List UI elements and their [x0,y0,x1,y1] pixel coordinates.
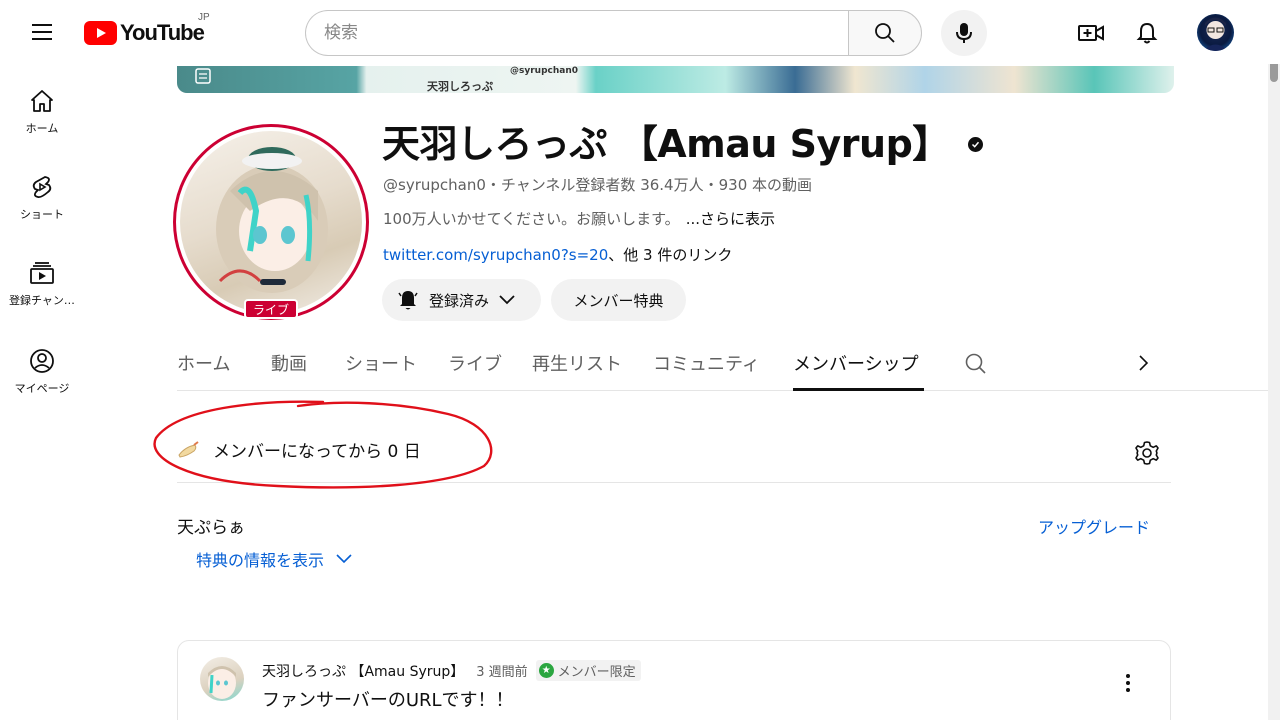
microphone-icon [956,23,972,43]
sidebar-item-label: 登録チャン… [9,294,75,307]
membership-duration-text: メンバーになってから 0 日 [213,442,421,462]
show-perks-label: 特典の情報を表示 [196,551,325,570]
more-links-link[interactable]: 、他 3 件のリンク [608,246,732,264]
channel-avatar[interactable] [173,124,369,320]
tab-live[interactable]: ライブ [448,350,502,376]
channel-links: twitter.com/syrupchan0?s=20、他 3 件のリンク [383,244,732,265]
section-divider [177,482,1171,483]
members-only-label: メンバー限定 [557,665,636,680]
gear-icon [1135,441,1159,465]
upgrade-link[interactable]: アップグレード [1038,514,1150,538]
channel-description: 100万人いかせてください。お願いします。 ...さらに表示 [383,208,775,229]
post-author-avatar[interactable] [200,657,244,701]
post-header: 天羽しろっぷ 【Amau Syrup】 3 週間前 ★ メンバー限定 [262,660,641,681]
star-icon: ★ [538,663,554,678]
channel-avatar-image [180,131,362,313]
channel-name: 天羽しろっぷ 【Amau Syrup】 [382,122,950,166]
membership-settings-button[interactable] [1132,438,1162,468]
menu-icon[interactable] [24,20,60,44]
list-icon [195,68,211,84]
post-options-button[interactable] [1116,670,1140,696]
youtube-play-icon [84,21,117,45]
sidebar-item-you[interactable]: マイページ [0,348,84,422]
search-button[interactable] [848,10,922,56]
masthead: YouTube JP [0,0,1280,64]
tab-membership[interactable]: メンバーシップ [793,350,919,376]
members-only-badge: ★ メンバー限定 [535,660,641,681]
create-button[interactable] [1072,14,1110,52]
subscribed-button[interactable]: 登録済み [382,279,541,321]
post-author-avatar-image [208,666,236,699]
scrollbar-track[interactable] [1268,0,1280,720]
channel-description-text: 100万人いかせてください。お願いします。 [383,210,680,228]
sidebar-item-label: マイページ [14,382,70,395]
user-avatar[interactable] [1197,14,1234,51]
channel-avatar-illustration [216,147,328,293]
tempura-badge-icon [178,440,199,458]
post-time[interactable]: 3 週間前 [476,661,527,680]
live-badge[interactable]: ライブ [244,299,298,319]
tab-shorts[interactable]: ショート [345,350,417,376]
voice-search-button[interactable] [941,10,987,56]
post-author-name[interactable]: 天羽しろっぷ 【Amau Syrup】 [262,661,464,681]
tab-videos[interactable]: 動画 [271,350,307,376]
account-icon [30,349,54,373]
verified-icon [968,137,983,152]
notifications-button[interactable] [1128,14,1166,52]
search-box [305,10,849,56]
membership-tier-name: 天ぷらぁ [177,518,245,538]
show-more-link[interactable]: ...さらに表示 [686,210,775,228]
user-avatar-image [1203,17,1228,51]
member-perks-button[interactable]: メンバー特典 [551,279,686,321]
tab-home[interactable]: ホーム [177,350,230,376]
sidebar-item-label: ショート [20,208,64,221]
channel-meta: @syrupchan0・チャンネル登録者数 36.4万人・930 本の動画 [383,176,813,194]
tab-community[interactable]: コミュニティ [653,350,760,376]
show-perks-toggle[interactable]: 特典の情報を表示 [196,547,352,571]
subscribed-label: 登録済み [429,291,490,310]
sidebar-item-shorts[interactable]: ショート [0,174,84,248]
shorts-icon [32,176,52,199]
logo-text: YouTube [120,20,205,45]
subscriptions-icon [30,262,54,284]
banner-name: 天羽しろっぷ [427,80,493,93]
search-input[interactable] [306,11,849,55]
active-tab-indicator [793,388,924,391]
sidebar-item-home[interactable]: ホーム [0,88,84,162]
search-icon[interactable] [964,352,988,376]
twitter-link[interactable]: twitter.com/syrupchan0?s=20 [383,246,608,264]
tab-playlists[interactable]: 再生リスト [532,350,622,376]
chevron-down-icon [336,554,352,564]
sidebar-item-subscriptions[interactable]: 登録チャン… [0,260,84,334]
chevron-right-icon[interactable] [1137,354,1149,372]
region-code: JP [198,12,210,23]
post-text: ファンサーバーのURLです！！ [262,690,514,711]
sidebar-item-label: ホーム [25,122,59,135]
create-video-icon [1078,25,1104,41]
bell-icon [1136,22,1158,44]
channel-banner: @syrupchan0 天羽しろっぷ [177,66,1174,93]
youtube-logo[interactable]: YouTube [84,18,205,48]
membership-duration: メンバーになってから 0 日 [177,437,421,462]
channel-tabs: ホーム 動画 ショート ライブ 再生リスト コミュニティ メンバーシップ [177,340,1270,391]
bell-filled-icon [398,291,418,310]
home-icon [31,90,53,112]
search-icon [875,23,895,43]
chevron-down-icon [499,295,515,305]
banner-handle: @syrupchan0 [510,66,578,76]
